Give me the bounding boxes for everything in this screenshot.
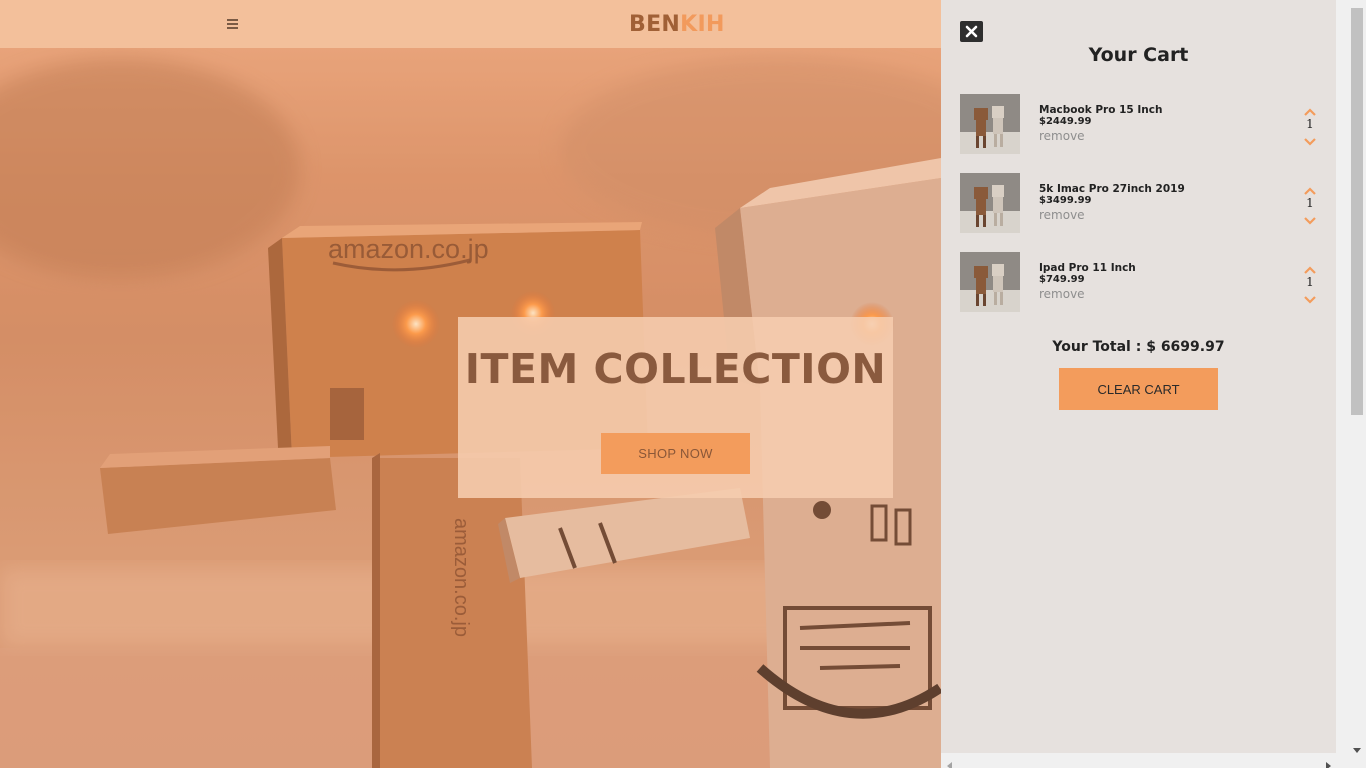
close-icon[interactable] (960, 21, 983, 42)
cart-item: Macbook Pro 15 Inch $2449.99 remove 1 (960, 94, 1320, 154)
item-name: 5k Imac Pro 27inch 2019 (1039, 183, 1185, 195)
product-thumbnail (960, 94, 1020, 154)
hamburger-icon[interactable] (224, 14, 241, 34)
chevron-up-icon[interactable] (1303, 262, 1317, 274)
item-price: $2449.99 (1039, 116, 1092, 127)
hero-title: ITEM COLLECTION (464, 345, 887, 393)
item-quantity: 1 (1306, 275, 1314, 289)
remove-link[interactable]: remove (1039, 287, 1085, 301)
cart-title: Your Cart (1088, 44, 1189, 66)
scroll-left-arrow-icon[interactable] (946, 757, 952, 768)
chevron-down-icon[interactable] (1303, 134, 1317, 146)
item-quantity: 1 (1306, 196, 1314, 210)
item-name: Ipad Pro 11 Inch (1039, 262, 1136, 274)
horizontal-scrollbar[interactable] (941, 753, 1336, 768)
product-thumbnail (960, 252, 1020, 312)
chevron-down-icon[interactable] (1303, 213, 1317, 225)
shop-now-button[interactable]: SHOP NOW (601, 433, 750, 474)
cart-item: 5k Imac Pro 27inch 2019 $3499.99 remove … (960, 173, 1320, 233)
cart-item: Ipad Pro 11 Inch $749.99 remove 1 (960, 252, 1320, 312)
chevron-down-icon[interactable] (1303, 292, 1317, 304)
scrollbar-thumb[interactable] (1351, 8, 1363, 415)
navbar: BENKIH (0, 0, 941, 48)
chevron-up-icon[interactable] (1303, 183, 1317, 195)
item-price: $749.99 (1039, 274, 1085, 285)
chevron-up-icon[interactable] (1303, 104, 1317, 116)
cart-total: Your Total : $ 6699.97 (1052, 339, 1225, 355)
cart-panel: Your Cart Macbook Pro 15 Inch $2449.99 r… (941, 0, 1336, 753)
item-price: $3499.99 (1039, 195, 1092, 206)
product-thumbnail (960, 173, 1020, 233)
remove-link[interactable]: remove (1039, 208, 1085, 222)
item-quantity: 1 (1306, 117, 1314, 131)
brand-logo[interactable]: BENKIH (629, 12, 725, 37)
clear-cart-button[interactable]: CLEAR CART (1059, 368, 1218, 410)
hero-section: amazon.co.jp amazon.co.jp ITEM COLLECTIO… (0, 48, 941, 768)
remove-link[interactable]: remove (1039, 129, 1085, 143)
hero-banner: ITEM COLLECTION SHOP NOW (458, 317, 893, 498)
scroll-right-arrow-icon[interactable] (1326, 757, 1332, 768)
vertical-scrollbar[interactable] (1336, 0, 1366, 768)
brand-logo-part1: BEN (629, 12, 681, 37)
scroll-down-arrow-icon[interactable] (1353, 741, 1361, 759)
brand-logo-part2: KIH (680, 12, 725, 37)
item-name: Macbook Pro 15 Inch (1039, 104, 1163, 116)
